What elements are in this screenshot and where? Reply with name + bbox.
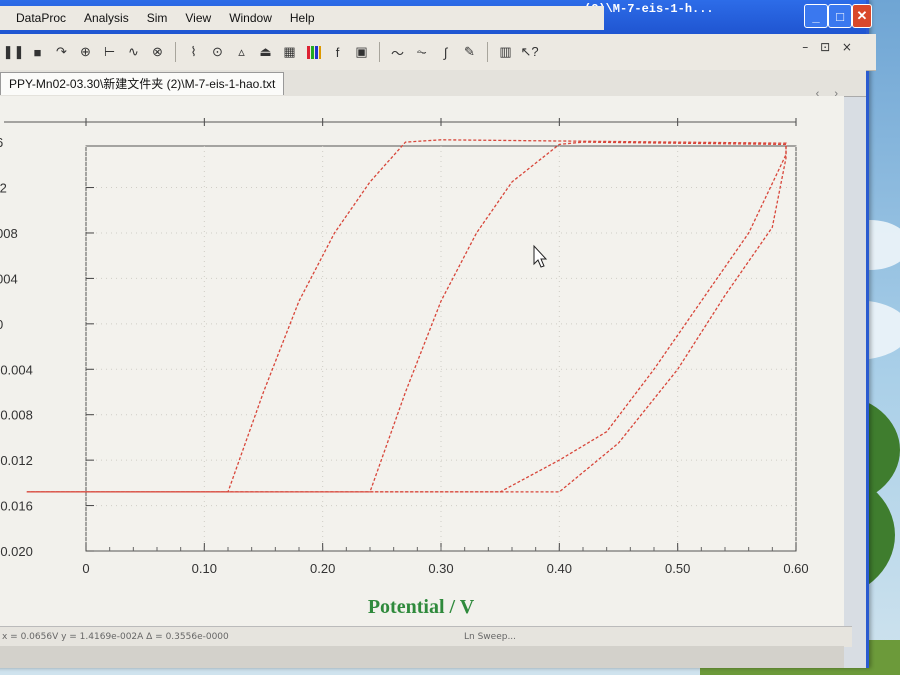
pause-icon[interactable]: ❚❚ bbox=[3, 43, 25, 62]
help-pointer-icon[interactable]: ↖? bbox=[520, 43, 539, 62]
window-title: (2)\M-7-eis-1-h... bbox=[584, 2, 714, 16]
menu-help[interactable]: Help bbox=[281, 11, 324, 25]
font-icon[interactable]: f bbox=[328, 43, 347, 62]
toolbar-separator bbox=[487, 42, 488, 62]
minimize-button[interactable]: _ bbox=[804, 4, 828, 28]
globe-icon[interactable]: ⊗ bbox=[148, 43, 167, 62]
y-tick-label: 0 bbox=[0, 317, 3, 332]
status-right: Ln Sweep... bbox=[464, 632, 517, 642]
color-bars-icon[interactable] bbox=[304, 43, 323, 62]
toolbar-separator bbox=[175, 42, 176, 62]
smooth-icon[interactable]: 〜 bbox=[388, 43, 407, 62]
menu-window[interactable]: Window bbox=[220, 11, 281, 25]
grid-icon[interactable]: ▦ bbox=[280, 43, 299, 62]
x-tick-label: 0.50 bbox=[665, 561, 690, 576]
y-tick-label: -0.016 bbox=[0, 499, 33, 514]
toolbar-separator bbox=[379, 42, 380, 62]
chart-icon[interactable]: ⌇ bbox=[184, 43, 203, 62]
x-tick-label: 0.10 bbox=[192, 561, 217, 576]
flask-icon[interactable]: ⏏ bbox=[256, 43, 275, 62]
x-tick-label: 0 bbox=[82, 561, 89, 576]
y-tick-label: -0.020 bbox=[0, 544, 33, 559]
zoom-icon[interactable]: ⊙ bbox=[208, 43, 227, 62]
pen-icon[interactable]: ✎ bbox=[460, 43, 479, 62]
toolbar: ❚❚ ■ ↷ ⊕ ⊢ ∿ ⊗ ⌇ ⊙ ▵ ⏏ ▦ f ▣ 〜 ⏦ ∫ ✎ ▥ ↖… bbox=[0, 34, 876, 71]
menu-analysis[interactable]: Analysis bbox=[75, 11, 138, 25]
y-tick-label: 008 bbox=[0, 226, 18, 241]
y-tick-label: 004 bbox=[0, 271, 18, 286]
cursor-readout: x = 0.0656V y = 1.4169e-002A Δ = 0.3556e… bbox=[2, 632, 229, 642]
integrate-icon[interactable]: ∫ bbox=[436, 43, 455, 62]
menu-view[interactable]: View bbox=[176, 11, 220, 25]
wave-icon[interactable]: ∿ bbox=[124, 43, 143, 62]
crosshair-icon[interactable]: ⊕ bbox=[76, 43, 95, 62]
y-tick-label: -0.004 bbox=[0, 362, 33, 377]
menu-sim[interactable]: Sim bbox=[138, 11, 177, 25]
document-tab-strip: PPY-Mn02-03.30\新建文件夹 (2)\M-7-eis-1-hao.t… bbox=[0, 70, 866, 100]
y-tick-label: .2 bbox=[0, 181, 7, 196]
peak-icon[interactable]: ▵ bbox=[232, 43, 251, 62]
y-tick-label: -0.008 bbox=[0, 408, 33, 423]
maximize-button[interactable]: □ bbox=[828, 4, 852, 28]
y-tick-label: -0.012 bbox=[0, 453, 33, 468]
clipboard-icon[interactable]: ▣ bbox=[352, 43, 371, 62]
table-icon[interactable]: ▥ bbox=[496, 43, 515, 62]
bottom-strip bbox=[0, 646, 844, 668]
y-tick-label: 6 bbox=[0, 135, 3, 150]
tab-data-file[interactable]: PPY-Mn02-03.30\新建文件夹 (2)\M-7-eis-1-hao.t… bbox=[0, 72, 285, 95]
redo-icon[interactable]: ↷ bbox=[52, 43, 71, 62]
status-bar: x = 0.0656V y = 1.4169e-002A Δ = 0.3556e… bbox=[0, 626, 852, 647]
close-button[interactable]: ✕ bbox=[852, 4, 872, 28]
menu-dataproc[interactable]: DataProc bbox=[0, 11, 75, 25]
x-tick-label: 0.20 bbox=[310, 561, 335, 576]
x-tick-label: 0.30 bbox=[428, 561, 453, 576]
cv-chart[interactable]: 0 0.10 0.20 0.30 0.40 0.50 0.60 -0.020 -0.016 -0.… bbox=[0, 96, 844, 626]
menu-bar: DataProc Analysis Sim View Window Help bbox=[0, 6, 604, 30]
app-window: (2)\M-7-eis-1-h... _ □ ✕ DataProc Analys… bbox=[0, 0, 876, 668]
x-tick-label: 0.40 bbox=[547, 561, 572, 576]
stop-icon[interactable]: ■ bbox=[28, 43, 47, 62]
axis-icon[interactable]: ⊢ bbox=[100, 43, 119, 62]
x-axis-label: Potential / V bbox=[368, 596, 475, 618]
plot-area[interactable]: 0 0.10 0.20 0.30 0.40 0.50 0.60 -0.020 -0.016 -0.… bbox=[0, 96, 844, 626]
pulse-icon[interactable]: ⏦ bbox=[412, 43, 431, 62]
x-tick-label: 0.60 bbox=[783, 561, 808, 576]
mdi-window-controls[interactable]: – ⊡ × bbox=[802, 40, 856, 54]
